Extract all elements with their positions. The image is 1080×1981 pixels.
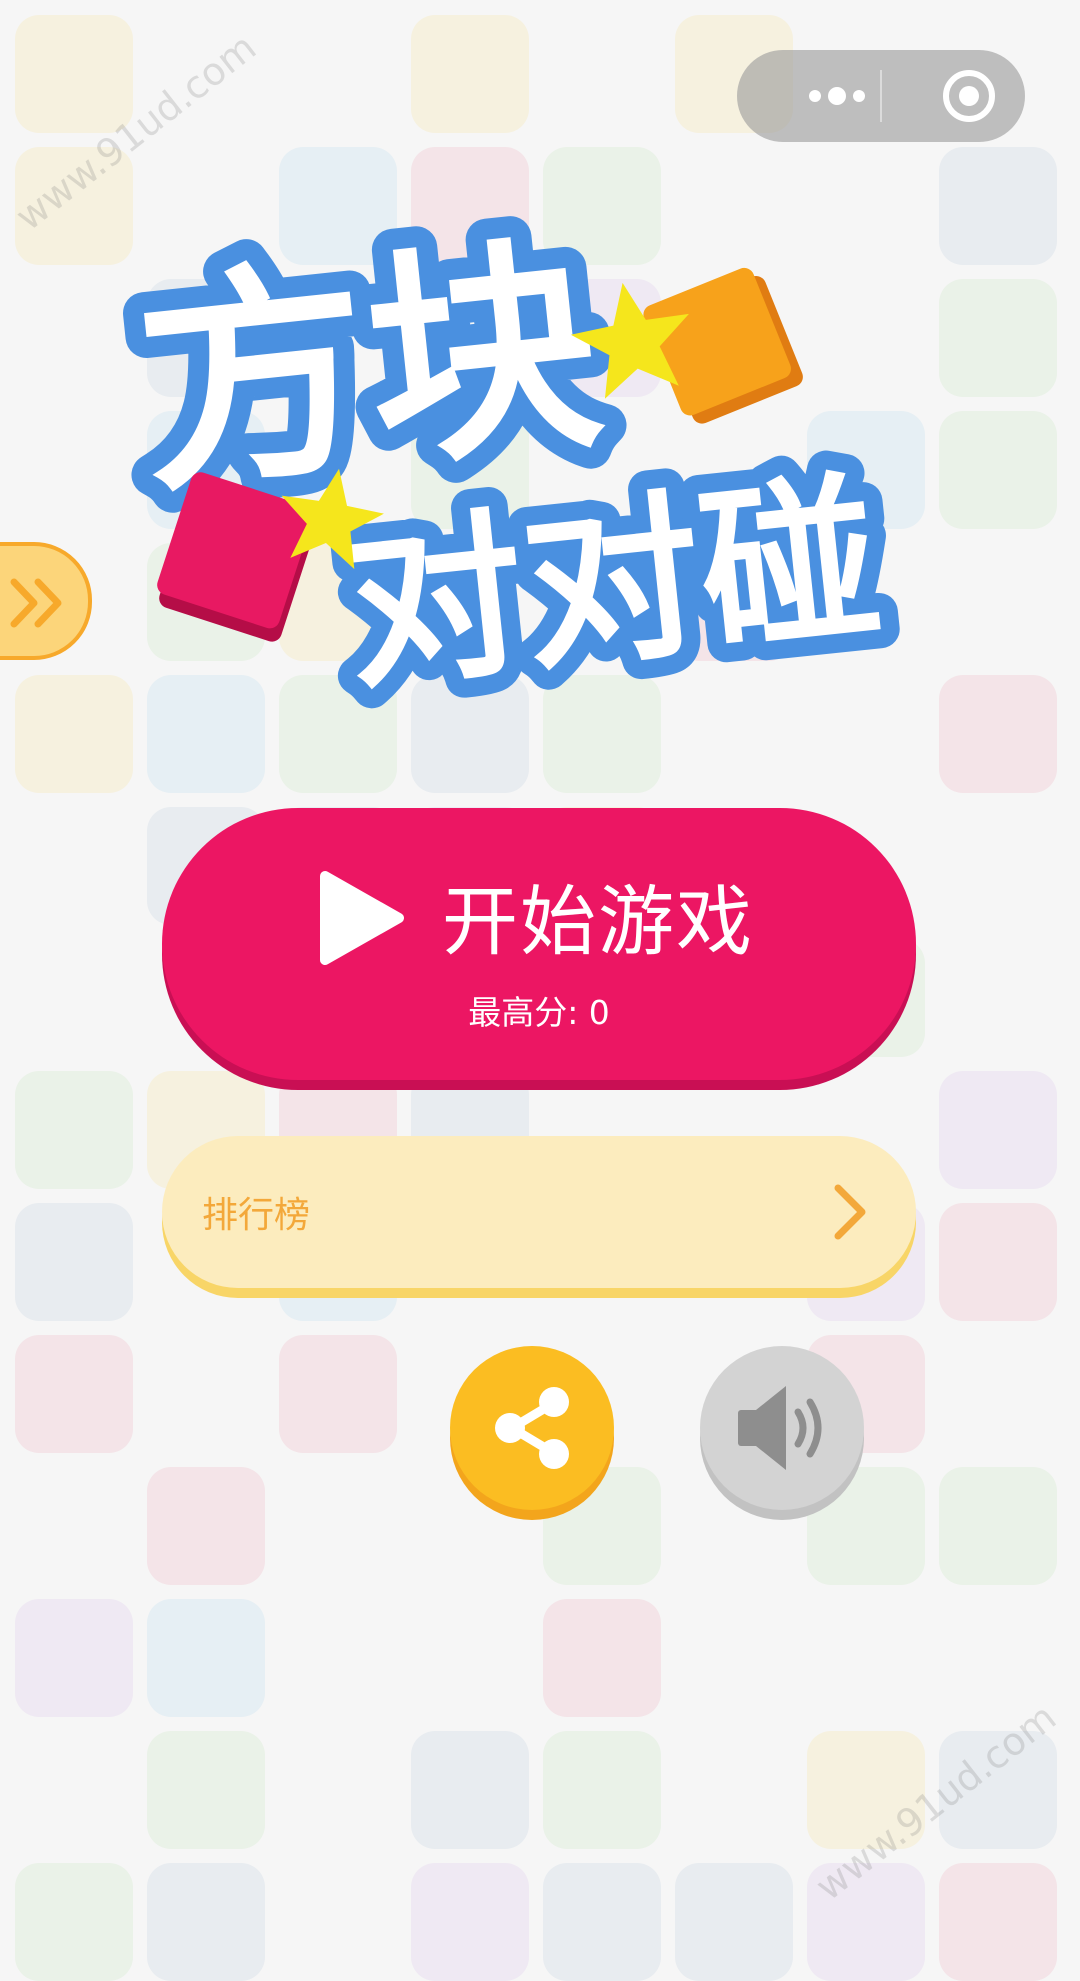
- background-tile: [939, 1071, 1057, 1189]
- double-chevron-right-icon: [10, 578, 62, 628]
- background-tile: [15, 1863, 133, 1981]
- background-tile: [939, 1467, 1057, 1585]
- background-tile: [279, 1335, 397, 1453]
- background-tile: [939, 1203, 1057, 1321]
- target-icon[interactable]: [929, 50, 1009, 142]
- chevron-right-icon: [834, 1184, 866, 1240]
- background-tile: [147, 1731, 265, 1849]
- background-tile: [15, 1335, 133, 1453]
- sound-toggle-button[interactable]: [700, 1346, 864, 1510]
- background-tile: [147, 1599, 265, 1717]
- orange-block-decoration: [643, 267, 803, 424]
- leaderboard-label: 排行榜: [202, 1195, 311, 1236]
- background-tile: [15, 15, 133, 133]
- speaker-icon: [738, 1386, 822, 1470]
- share-icon: [495, 1387, 569, 1469]
- background-tile: [147, 1467, 265, 1585]
- mini-program-capsule: [737, 50, 1025, 142]
- capsule-divider: [880, 70, 882, 122]
- background-tile: [939, 1863, 1057, 1981]
- background-tile: [15, 1203, 133, 1321]
- background-tile: [411, 1863, 529, 1981]
- start-game-label: 开始游戏: [442, 877, 754, 966]
- start-game-button[interactable]: 开始游戏 最高分: 0: [162, 808, 916, 1080]
- background-tile: [147, 1863, 265, 1981]
- background-tile: [15, 675, 133, 793]
- share-button[interactable]: [450, 1346, 614, 1510]
- background-tile: [15, 1599, 133, 1717]
- best-score-text: 最高分: 0: [468, 993, 610, 1032]
- game-logo: 方块 方块 对对碰 对对碰: [105, 191, 1000, 740]
- leaderboard-button[interactable]: 排行榜: [162, 1136, 916, 1288]
- background-tile: [543, 1731, 661, 1849]
- background-tile: [675, 1863, 793, 1981]
- play-icon: [320, 871, 404, 965]
- background-tile: [411, 15, 529, 133]
- more-dots-icon[interactable]: [797, 50, 877, 142]
- background-tile: [411, 1731, 529, 1849]
- background-tile: [15, 1071, 133, 1189]
- background-tile: [543, 1599, 661, 1717]
- background-tile: [543, 1863, 661, 1981]
